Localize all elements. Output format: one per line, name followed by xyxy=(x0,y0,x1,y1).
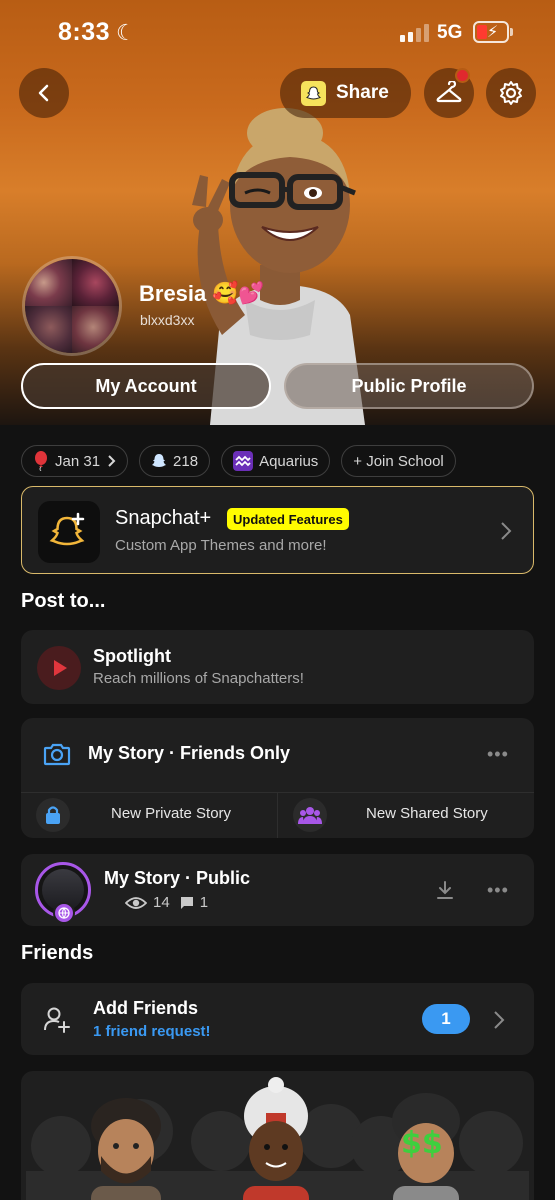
settings-button[interactable] xyxy=(486,68,536,118)
ghost-icon xyxy=(152,453,167,467)
snapchat-plus-logo-icon xyxy=(38,501,100,563)
zodiac-chip[interactable]: Aquarius xyxy=(221,445,331,477)
notification-dot xyxy=(455,68,470,83)
my-story-friends-title[interactable]: My Story · Friends Only xyxy=(88,743,290,764)
reply-count: 1 xyxy=(199,894,209,911)
add-friends-row[interactable]: Add Friends 1 friend request! 1 xyxy=(21,983,534,1055)
post-to-heading: Post to... xyxy=(21,590,106,612)
username: blxxd3xx xyxy=(140,312,195,328)
snapscore-chip[interactable]: 218 xyxy=(139,445,211,477)
friends-bitmoji-illustration: $$ xyxy=(21,1071,534,1200)
chevron-right-icon xyxy=(501,522,512,540)
my-story-public-row[interactable]: My Story · Public 14 1 ••• xyxy=(21,854,534,926)
status-time: 8:33 xyxy=(58,18,111,46)
join-school-chip[interactable]: + Join School xyxy=(341,445,456,477)
snapscore-text: 218 xyxy=(173,452,199,470)
snapchat-plus-card[interactable]: Snapchat+ Updated Features Custom App Th… xyxy=(21,486,534,574)
lock-icon xyxy=(36,798,70,832)
back-button[interactable] xyxy=(19,68,69,118)
aquarius-icon xyxy=(233,451,254,471)
share-button[interactable]: Share xyxy=(280,68,411,118)
name-emoji: 🥰💕 xyxy=(212,282,265,305)
updated-features-badge: Updated Features xyxy=(227,508,349,530)
public-profile-button[interactable]: Public Profile xyxy=(284,363,534,409)
more-options-icon[interactable]: ••• xyxy=(487,744,509,765)
snapchat-plus-title: Snapchat+ xyxy=(115,507,212,529)
eye-icon xyxy=(125,896,147,909)
more-options-icon[interactable]: ••• xyxy=(487,880,509,901)
spotlight-title: Spotlight xyxy=(93,646,171,666)
svg-text:$$: $$ xyxy=(401,1126,443,1161)
share-label: Share xyxy=(336,82,389,103)
new-private-story-button[interactable]: New Private Story xyxy=(111,805,231,822)
balloon-icon xyxy=(35,451,47,471)
hanger-icon xyxy=(436,81,462,103)
join-school-text: + Join School xyxy=(353,452,444,470)
view-count: 14 xyxy=(153,894,170,911)
profile-chips: Jan 31 218 Aquarius + Join School xyxy=(21,445,456,477)
status-bar: 8:33 ☾ 5G ⚡ xyxy=(0,0,555,60)
download-icon[interactable] xyxy=(435,880,455,900)
snapchat-plus-subtitle: Custom App Themes and more! xyxy=(115,537,327,554)
globe-icon xyxy=(53,902,75,924)
spotlight-row[interactable]: Spotlight Reach millions of Snapchatters… xyxy=(21,630,534,704)
my-story-friends-card: My Story · Friends Only ••• New Private … xyxy=(21,718,534,838)
friend-request-count-badge: 1 xyxy=(422,1004,470,1034)
chevron-right-icon xyxy=(108,455,116,467)
birthday-chip[interactable]: Jan 31 xyxy=(21,445,129,477)
zodiac-text: Aquarius xyxy=(259,452,319,470)
add-friends-title: Add Friends xyxy=(93,998,199,1018)
chevron-left-icon xyxy=(38,84,49,102)
moon-icon: ☾ xyxy=(116,20,136,45)
spotlight-subtitle: Reach millions of Snapchatters! xyxy=(93,670,304,687)
friend-request-text: 1 friend request! xyxy=(93,1023,211,1040)
spotlight-icon xyxy=(37,646,81,690)
new-shared-story-button[interactable]: New Shared Story xyxy=(366,805,488,822)
gear-icon xyxy=(500,81,522,105)
profile-picture[interactable] xyxy=(22,256,122,356)
camera-icon xyxy=(43,743,71,766)
snapcode-icon xyxy=(301,80,326,106)
my-account-button[interactable]: My Account xyxy=(21,363,271,409)
chevron-right-icon xyxy=(494,1011,505,1029)
chat-icon xyxy=(180,896,193,909)
display-name: Bresia 🥰💕 xyxy=(139,281,265,307)
battery-icon: ⚡ xyxy=(473,21,509,43)
battery-tip xyxy=(510,28,513,36)
story-stats: 14 1 xyxy=(125,894,208,911)
network-type: 5G xyxy=(437,22,463,43)
birthday-text: Jan 31 xyxy=(55,452,101,470)
display-name-text: Bresia xyxy=(139,281,207,306)
add-friend-icon xyxy=(44,1007,70,1033)
group-icon xyxy=(293,798,327,832)
friends-heading: Friends xyxy=(21,942,94,964)
divider xyxy=(277,793,278,838)
signal-icon xyxy=(400,24,429,42)
my-story-public-title: My Story · Public xyxy=(104,868,251,888)
profile-header: 8:33 ☾ 5G ⚡ Share Bresia 🥰💕 blxxd3xx My … xyxy=(0,0,555,425)
